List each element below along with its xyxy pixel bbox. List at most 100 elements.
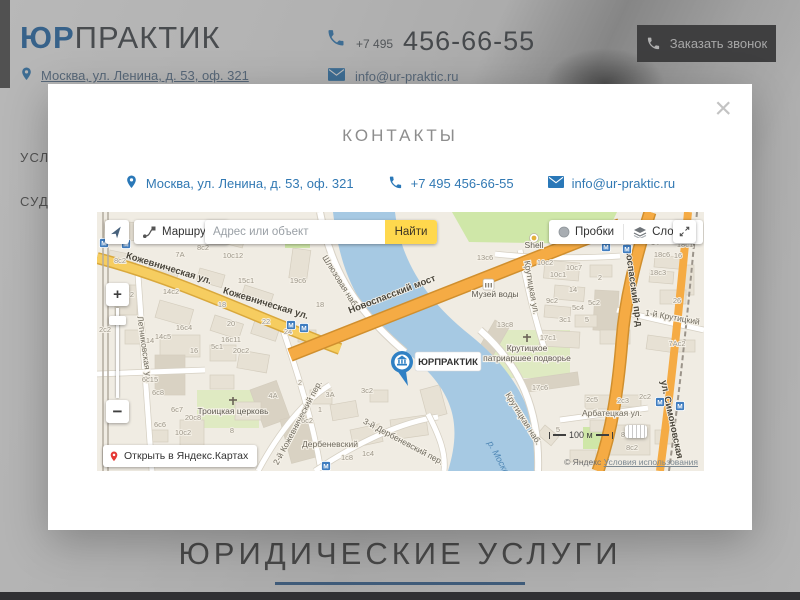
map-label: 14с2 [163,287,179,296]
copyright-text: © Яндекс [564,457,601,467]
map-label: 22 [262,317,270,326]
map-label: 13с8 [497,320,513,329]
map-label: Shell [525,240,544,250]
map-label: 3с2 [361,386,373,395]
map-label: 20 [227,319,235,328]
terms-link[interactable]: Условия использования [604,457,698,467]
contacts-row: Москва, ул. Ленина, д. 53, оф. 321 +7 49… [48,174,752,193]
zoom-out-button[interactable]: − [106,400,129,423]
contact-phone-text: +7 495 456-66-55 [411,176,514,191]
map-label: 15с1 [238,276,254,285]
metro-icon: М [300,324,309,333]
map-canvas: Кожевническая ул.Кожевническая ул.Шлюзов… [97,212,704,471]
map-label: патриаршее подворье [483,353,571,363]
svg-text:М: М [624,247,629,254]
contact-phone[interactable]: +7 495 456-66-55 [388,175,514,193]
map-label: 8 [230,426,234,435]
map-label: 2с3 [617,396,629,405]
map-label: 9с2 [546,296,558,305]
location-pin-icon [125,174,138,193]
map-label: 2 [130,290,134,299]
phone-icon [388,175,403,193]
map-label: 1с4 [362,449,374,458]
map-label: 8с2 [114,256,126,265]
map-label: 1с8 [341,453,353,462]
zoom-slider-handle[interactable] [109,316,126,325]
map-label: 19с6 [290,276,306,285]
map-copyright: © Яндекс Условия использования [564,457,698,467]
map-label: 5 [585,315,589,324]
map-label: 14 [146,336,154,345]
traffic-light-icon [558,226,570,238]
map-label: 2 [598,273,602,282]
map-label: 10с7 [566,263,582,272]
zoom-in-button[interactable]: + [106,283,129,306]
svg-text:М: М [657,400,662,407]
map-search-bar: Найти [205,220,437,244]
map-label: 5с2 [588,298,600,307]
envelope-icon [548,176,564,191]
layers-icon [633,226,647,238]
map-label: 16с11 [221,335,241,344]
map-label: 17с1 [540,333,556,342]
map-label: 8с2 [197,243,209,252]
map-label: 6с8 [152,388,164,397]
map-label: 10с1 [550,270,566,279]
fullscreen-icon [677,224,692,239]
yandex-map[interactable]: Кожевническая ул.Кожевническая ул.Шлюзов… [97,212,704,471]
svg-text:М: М [323,464,328,471]
metro-icon: М [287,321,296,330]
map-label: 16с4 [176,323,192,332]
traffic-label: Пробки [575,226,614,238]
svg-text:М: М [677,404,682,411]
map-label: 6с7 [171,405,183,414]
map-label: Троицкая церковь [197,406,269,416]
map-label: 17с6 [532,383,548,392]
map-label: 26 [673,296,681,305]
map-scale: 100 м [549,430,613,440]
open-in-yandex-maps-label: Открыть в Яндекс.Картах [124,450,248,462]
map-label: 10с12 [223,251,243,260]
map-label: 10с2 [537,258,553,267]
fullscreen-button[interactable] [673,220,696,243]
map-label: Крутицкое [507,343,548,353]
ruler-icon[interactable] [625,425,647,438]
map-label: 20с2 [233,346,249,355]
map-label: 1 [318,405,322,414]
map-label: 4А [268,391,277,400]
open-in-yandex-maps-link[interactable]: Открыть в Яндекс.Картах [103,445,257,467]
search-input[interactable] [205,220,385,244]
map-label: 20с8 [185,413,201,422]
contact-email-text: info@ur-praktic.ru [572,176,676,191]
map-label: 2с2 [99,325,111,334]
map-label: Дербеневский [302,439,358,449]
modal-title: КОНТАКТЫ [48,126,752,146]
svg-text:М: М [603,245,608,252]
find-button[interactable]: Найти [385,220,437,244]
map-label: 16 [190,346,198,355]
traffic-toggle[interactable]: Пробки [549,220,623,244]
map-label: 2с2 [639,392,651,401]
map-label: 18 [316,300,324,309]
map-label: Арбатецкая ул. [582,408,642,418]
metro-icon: М [322,462,331,471]
metro-icon: М [676,402,685,411]
metro-icon: М [656,398,665,407]
map-label: 18с6 [654,250,670,259]
svg-text:М: М [288,323,293,330]
map-label: 18с3 [650,268,666,277]
contact-email[interactable]: info@ur-praktic.ru [548,176,676,191]
map-label: 14 [569,285,577,294]
contact-address: Москва, ул. Ленина, д. 53, оф. 321 [125,174,354,193]
geolocation-arrow-icon [109,224,125,240]
metro-icon: М [623,245,632,254]
map-label: 3А [325,390,334,399]
geolocation-button[interactable] [105,220,129,244]
contact-address-text: Москва, ул. Ленина, д. 53, оф. 321 [146,176,354,191]
map-label: 8с2 [626,443,638,452]
map-label: 5с4 [572,303,584,312]
map-label: 3с1 [559,315,571,324]
close-icon[interactable]: × [714,94,732,124]
map-label: 5с1 [211,342,223,351]
map-label: 18 [218,300,226,309]
